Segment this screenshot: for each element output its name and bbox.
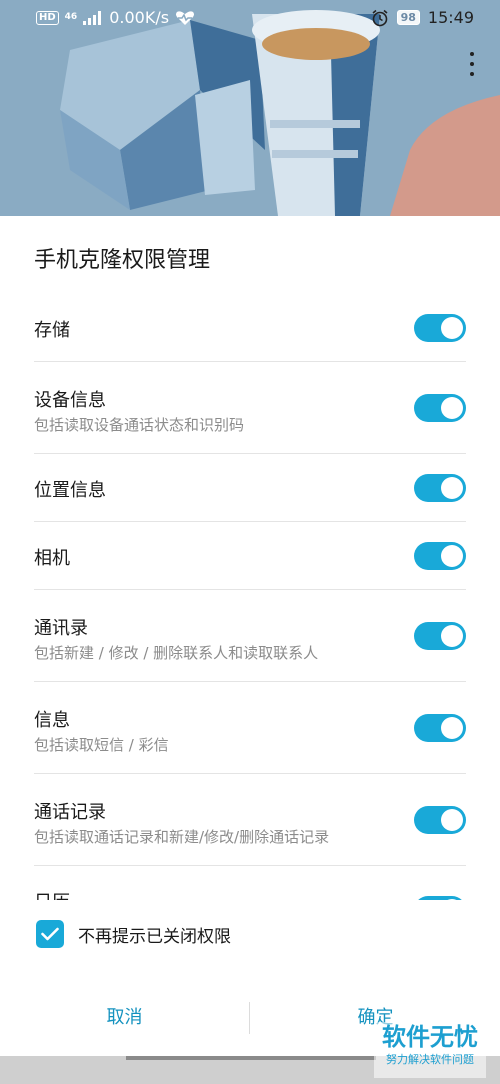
permission-item-location[interactable]: 位置信息	[34, 454, 466, 522]
permission-label: 设备信息	[34, 390, 106, 411]
calendar-toggle[interactable]	[414, 896, 466, 900]
dont-show-again-checkbox[interactable]	[36, 920, 64, 948]
permission-label: 日历	[34, 888, 70, 900]
more-options-icon[interactable]	[464, 52, 480, 82]
location-toggle[interactable]	[414, 474, 466, 502]
home-indicator[interactable]	[126, 1056, 376, 1060]
call-log-toggle[interactable]	[414, 806, 466, 834]
status-bar: HD 46 0.00K/s 98 15:49	[0, 0, 500, 34]
dont-show-again-label: 不再提示已关闭权限	[78, 926, 231, 947]
button-divider	[249, 1002, 250, 1034]
permission-item-camera[interactable]: 相机	[34, 522, 466, 590]
status-right: 98 15:49	[371, 8, 474, 27]
permission-list[interactable]: 存储 设备信息 包括读取设备通话状态和识别码 位置信息 相机 通讯录 包括新建 …	[0, 296, 500, 900]
permission-label: 位置信息	[34, 480, 106, 501]
watermark-logo: 软件无忧 努力解决软件问题	[374, 1022, 486, 1078]
permission-item-messages[interactable]: 信息 包括读取短信 / 彩信	[34, 682, 466, 774]
dialog-title: 手机克隆权限管理	[34, 248, 211, 273]
permission-description: 包括读取设备通话状态和识别码	[34, 416, 245, 434]
alarm-icon	[372, 9, 388, 26]
permission-item-call-log[interactable]: 通话记录 包括读取通话记录和新建/修改/删除通话记录	[34, 774, 466, 866]
battery-icon: 98	[396, 10, 420, 25]
signal-icon	[83, 10, 102, 25]
hd-icon: HD	[36, 10, 59, 25]
device-info-toggle[interactable]	[414, 394, 466, 422]
heart-rate-icon	[176, 10, 195, 25]
dont-show-again-row[interactable]: 不再提示已关闭权限	[36, 920, 231, 948]
camera-toggle[interactable]	[414, 542, 466, 570]
storage-toggle[interactable]	[414, 314, 466, 342]
status-time: 15:49	[427, 8, 474, 27]
permission-description: 包括读取短信 / 彩信	[34, 736, 169, 754]
permission-label: 通话记录	[34, 802, 106, 823]
permission-item-calendar[interactable]: 日历	[34, 866, 466, 900]
permission-item-device-info[interactable]: 设备信息 包括读取设备通话状态和识别码	[34, 362, 466, 454]
watermark-title: 软件无忧	[382, 1023, 478, 1051]
permission-description: 包括读取通话记录和新建/修改/删除通话记录	[34, 828, 330, 846]
permission-description: 包括新建 / 修改 / 删除联系人和读取联系人	[34, 644, 319, 662]
permission-label: 相机	[34, 548, 70, 569]
watermark-subtitle: 努力解决软件问题	[386, 1053, 474, 1066]
permission-item-storage[interactable]: 存储	[34, 296, 466, 362]
permission-label: 存储	[34, 320, 70, 341]
checkmark-icon	[41, 927, 59, 941]
status-left: HD 46 0.00K/s	[36, 8, 195, 27]
messages-toggle[interactable]	[414, 714, 466, 742]
cancel-button[interactable]: 取消	[0, 998, 249, 1038]
network-speed: 0.00K/s	[109, 8, 170, 27]
header-illustration: HD 46 0.00K/s 98 15:49	[0, 0, 500, 216]
contacts-toggle[interactable]	[414, 622, 466, 650]
permission-label: 信息	[34, 710, 70, 731]
network-type: 46	[64, 12, 78, 22]
permission-label: 通讯录	[34, 618, 88, 639]
permission-item-contacts[interactable]: 通讯录 包括新建 / 修改 / 删除联系人和读取联系人	[34, 590, 466, 682]
permission-dialog: 手机克隆权限管理 存储 设备信息 包括读取设备通话状态和识别码 位置信息 相机 …	[0, 216, 500, 1056]
